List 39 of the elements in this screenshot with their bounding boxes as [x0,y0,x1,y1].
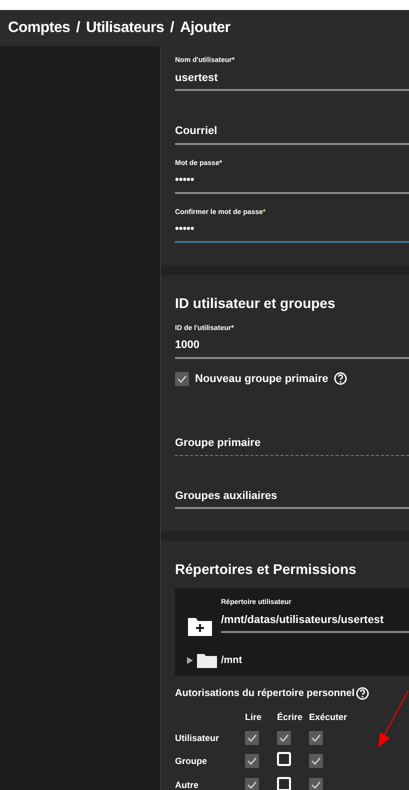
column-header: Exécuter [309,711,348,724]
checkbox[interactable] [245,730,259,744]
breadcrumb-link[interactable]: Ajouter [180,16,230,40]
permissions-title: Autorisations du répertoire personnel [175,687,354,701]
breadcrumb-link[interactable]: Comptes [8,16,70,40]
checkbox-label: Nouveau groupe primaire [195,372,328,386]
input-field[interactable]: usertest [175,66,409,91]
row-label: Groupe [175,754,208,768]
help-icon[interactable] [356,687,370,700]
input-field[interactable]: ••••• [175,218,409,242]
column-header: Lire [245,711,262,724]
breadcrumb-separator: / [76,18,80,38]
directory-field[interactable]: /mnt/datas/utilisateurs/usertest [221,608,409,633]
checkbox[interactable] [309,778,323,790]
input-field[interactable]: 1000 [175,334,409,358]
checkbox[interactable] [245,778,259,790]
input-field[interactable]: Courriel [175,105,409,144]
checkbox[interactable] [245,754,259,768]
breadcrumb-link[interactable]: Utilisateurs [86,16,164,40]
folder-plus-icon[interactable] [187,615,213,637]
caret-right-icon[interactable] [187,657,193,664]
checkbox[interactable] [309,730,323,744]
checkbox[interactable] [309,754,323,768]
checkbox[interactable] [277,730,291,744]
breadcrumb-separator: / [170,18,174,38]
tree-item[interactable]: /mnt [187,653,409,668]
section-title: Répertoires et Permissions [175,560,358,579]
section-title: ID utilisateur et groupes [175,294,336,313]
checkbox[interactable] [277,752,291,766]
input-field[interactable]: Groupes auxiliaires [175,470,409,509]
column-header: Écrire [277,711,303,724]
row-label: Autre [175,779,200,790]
checkbox[interactable] [277,776,291,790]
tree-item-label: /mnt [221,654,242,668]
help-icon[interactable] [334,372,348,386]
checkbox[interactable] [175,372,189,386]
folder-icon [197,654,217,668]
row-label: Utilisateur [175,732,220,744]
input-field[interactable]: ••••• [175,169,409,194]
